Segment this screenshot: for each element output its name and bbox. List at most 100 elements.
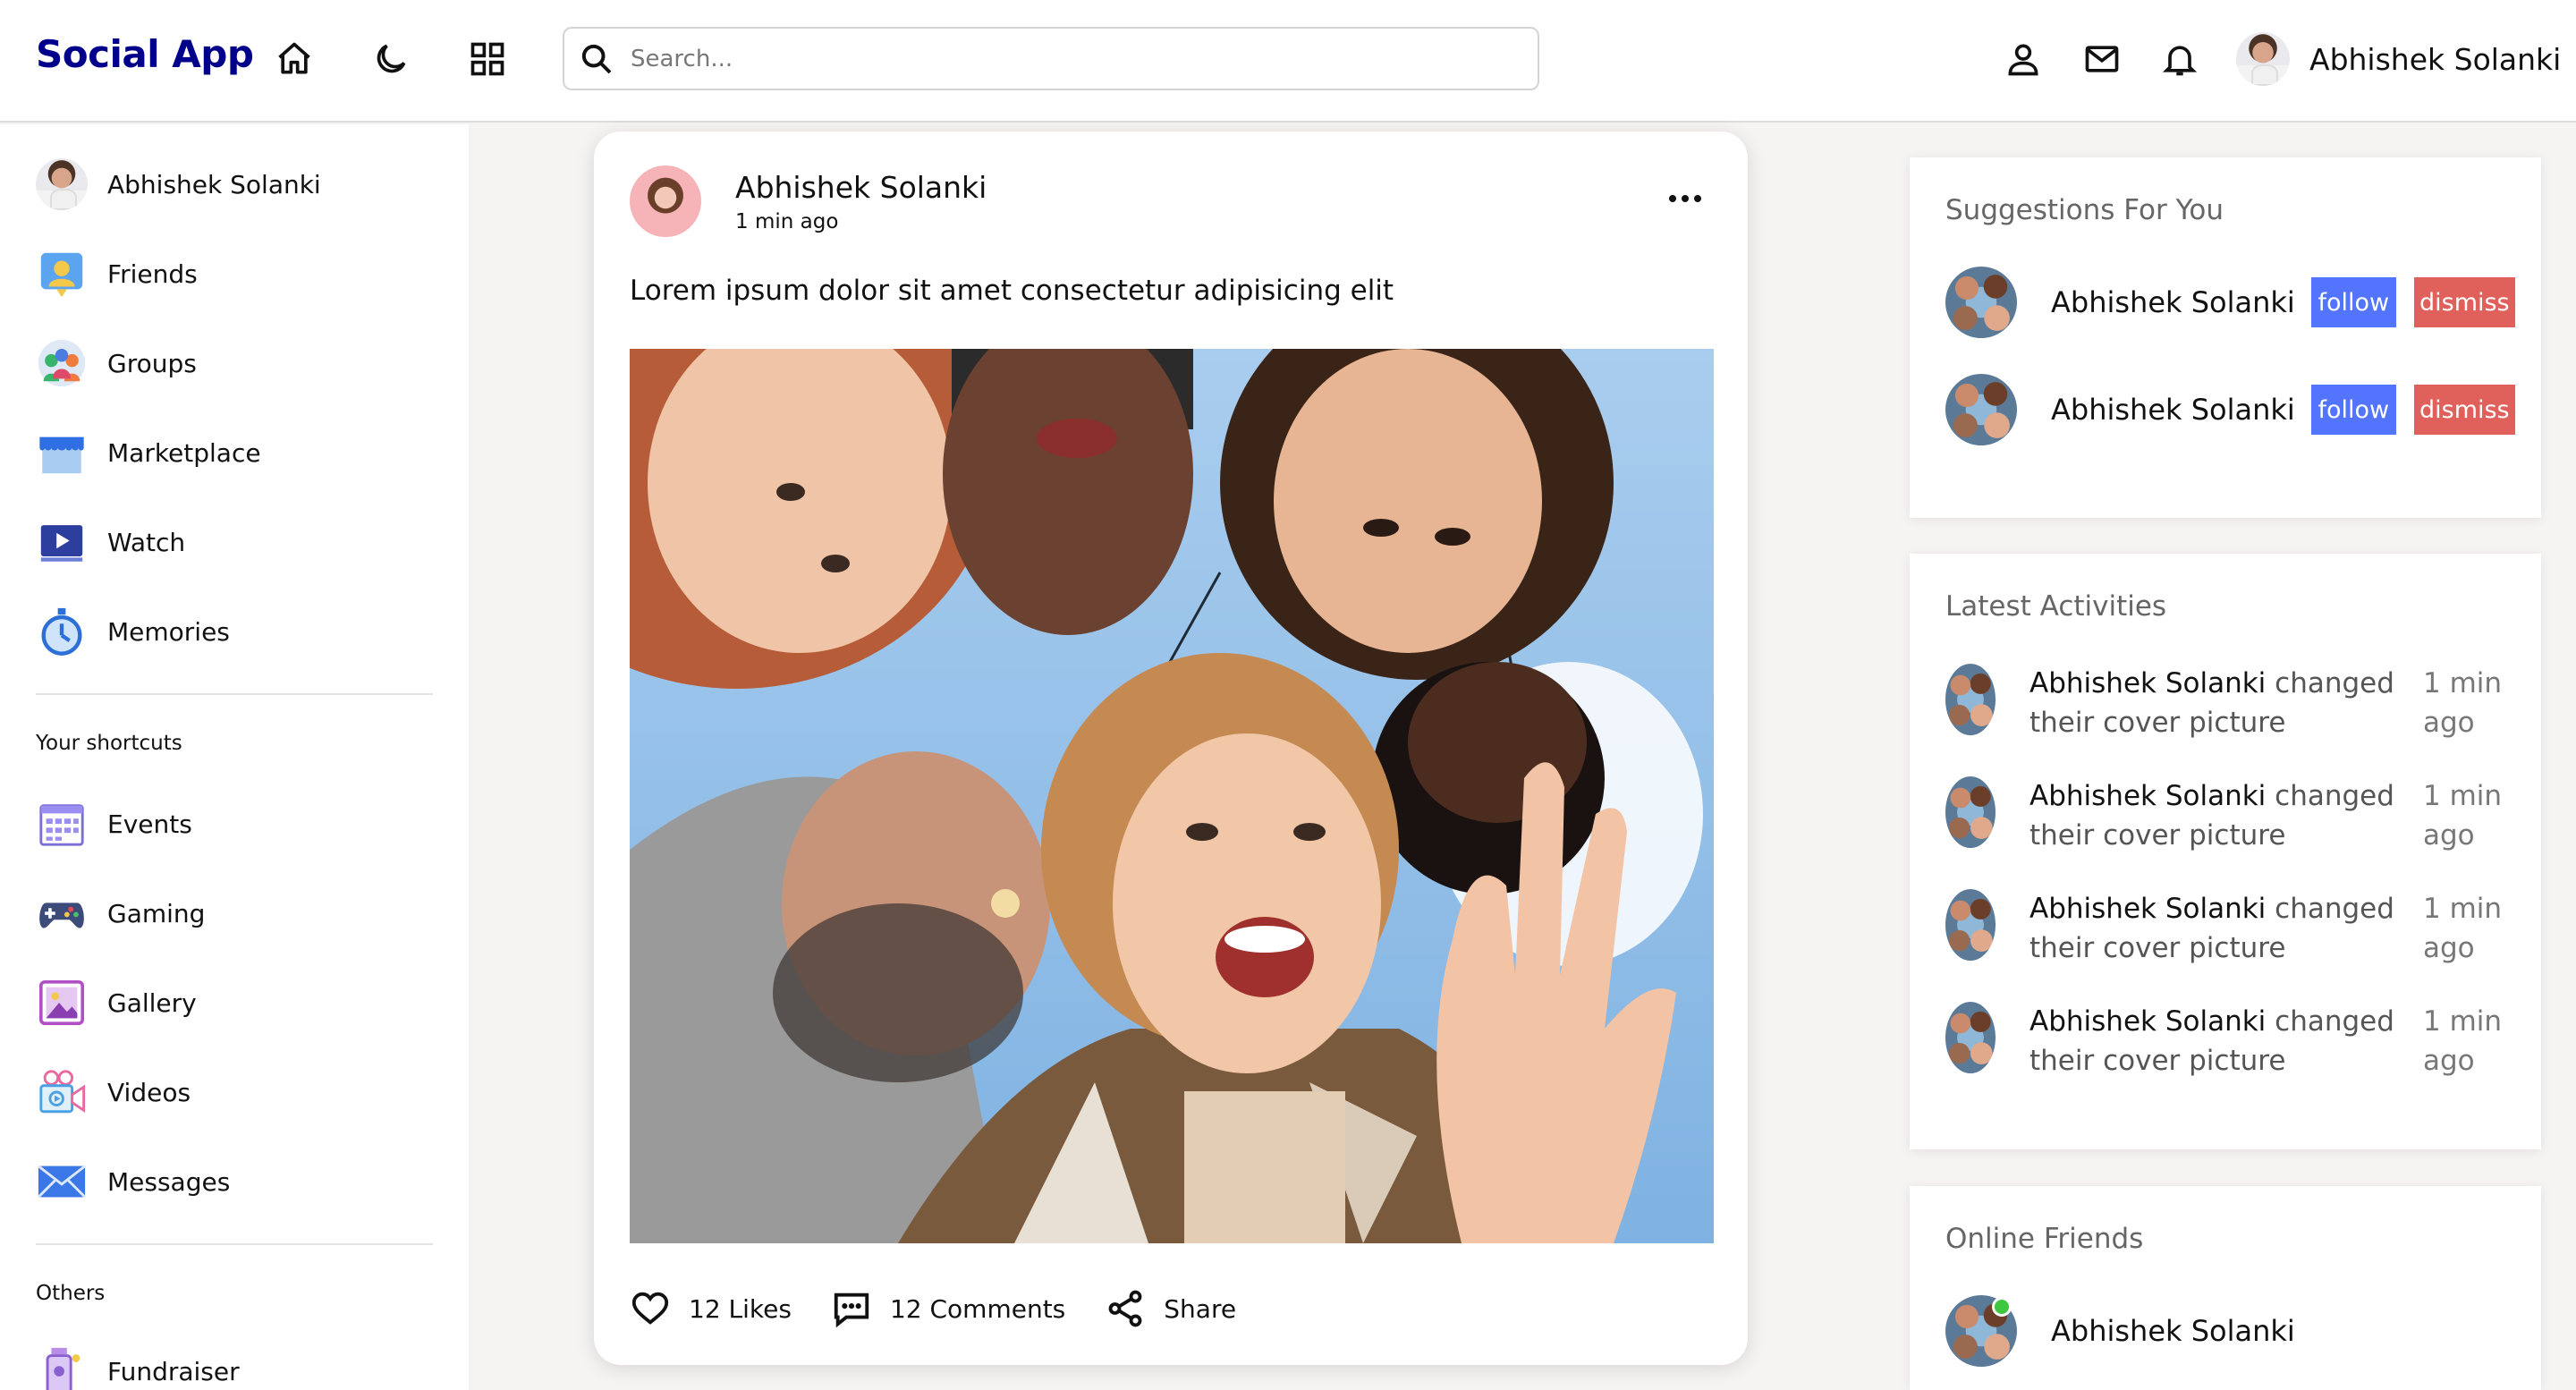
post-text: Lorem ipsum dolor sit amet consectetur a… [630,275,1394,307]
online-friend-item[interactable]: Abhishek Solanki [1945,1295,2295,1367]
dismiss-button[interactable]: dismiss [2413,277,2515,327]
suggestion-item: Abhishek Solanki follow dismiss [1945,374,2515,445]
calendar-events-icon [36,798,88,850]
dark-mode-moon-icon[interactable] [368,36,414,82]
sidebar-item-memories[interactable]: Memories [36,603,230,660]
sidebar-item-label: Events [107,809,192,839]
post-timestamp: 1 min ago [735,209,839,233]
activity-user-name[interactable]: Abhishek Solanki [2029,1005,2266,1038]
sidebar-item-label: Groups [107,348,197,378]
activity-item: Abhishek Solanki changed their cover pic… [1945,889,2512,968]
heart-icon [631,1292,669,1325]
like-button[interactable]: 12 Likes [630,1288,792,1329]
sidebar-item-watch[interactable]: Watch [36,513,185,571]
suggestion-name[interactable]: Abhishek Solanki [2051,285,2295,319]
activity-user-name[interactable]: Abhishek Solanki [2029,667,2266,699]
activity-user-name[interactable]: Abhishek Solanki [2029,780,2266,812]
sidebar-item-fundraiser[interactable]: Fundraiser [36,1343,240,1390]
gamepad-icon [36,887,88,939]
activity-time: 1 min ago [2423,893,2503,964]
sidebar-item-gaming[interactable]: Gaming [36,885,205,942]
suggestion-item: Abhishek Solanki follow dismiss [1945,267,2515,338]
sidebar-item-gallery[interactable]: Gallery [36,974,197,1031]
activity-time: 1 min ago [2423,780,2503,852]
nav-user-name[interactable]: Abhishek Solanki [2309,42,2561,77]
comments-count: 12 Comments [889,1293,1066,1324]
stopwatch-memories-icon [36,606,88,657]
activities-title: Latest Activities [1945,590,2167,623]
online-friend-name[interactable]: Abhishek Solanki [2051,1314,2295,1348]
activity-avatar[interactable] [1945,1002,1996,1073]
follow-button[interactable]: follow [2310,385,2396,435]
online-friends-title: Online Friends [1945,1223,2144,1255]
sidebar-item-label: Marketplace [107,437,261,468]
activity-time: 1 min ago [2423,1005,2503,1077]
online-friend-avatar[interactable] [1945,1295,2017,1367]
sidebar-profile-avatar [36,158,88,210]
groups-icon [36,337,88,389]
grid-apps-icon[interactable] [464,36,511,82]
share-button[interactable]: Share [1105,1288,1236,1329]
sidebar-item-profile[interactable]: Abhishek Solanki [36,156,321,213]
post-author-avatar[interactable] [630,165,701,237]
activity-time: 1 min ago [2423,667,2503,739]
person-icon[interactable] [2000,36,2046,82]
sidebar-profile-name: Abhishek Solanki [107,169,321,199]
sidebar-item-marketplace[interactable]: Marketplace [36,424,261,481]
suggestions-panel: Suggestions For You Abhishek Solanki fol… [1910,157,2541,518]
sidebar-item-events[interactable]: Events [36,795,192,852]
shortcuts-heading: Your shortcuts [36,732,182,755]
envelope-messages-icon [36,1156,88,1208]
sidebar-item-messages[interactable]: Messages [36,1153,230,1210]
share-icon [1108,1290,1142,1327]
activity-user-name[interactable]: Abhishek Solanki [2029,893,2266,925]
suggestion-avatar[interactable] [1945,267,2017,338]
activity-avatar[interactable] [1945,889,1996,961]
more-options-icon[interactable] [1658,185,1712,212]
post-header: Abhishek Solanki 1 min ago [630,165,987,237]
post-author-name[interactable]: Abhishek Solanki [735,170,987,205]
fundraiser-icon [36,1345,88,1390]
sidebar-item-groups[interactable]: Groups [36,335,197,392]
search-input[interactable] [631,45,1489,72]
suggestion-name[interactable]: Abhishek Solanki [2051,393,2295,427]
activity-item: Abhishek Solanki changed their cover pic… [1945,664,2512,742]
sidebar-divider [36,693,433,695]
activity-avatar[interactable] [1945,776,1996,848]
marketplace-icon [36,427,88,479]
notifications-bell-icon[interactable] [2157,36,2203,82]
sidebar-item-label: Gallery [107,987,197,1018]
app-logo[interactable]: Social App [36,32,254,76]
sidebar-item-label: Fundraiser [107,1356,240,1386]
sidebar-item-label: Messages [107,1166,231,1197]
activity-item: Abhishek Solanki changed their cover pic… [1945,776,2512,855]
comment-button[interactable]: 12 Comments [831,1288,1065,1329]
others-heading: Others [36,1282,106,1305]
watch-video-icon [36,516,88,568]
follow-button[interactable]: follow [2310,277,2396,327]
mail-icon[interactable] [2079,36,2125,82]
nav-user-profile[interactable]: Abhishek Solanki [2236,32,2561,86]
sidebar-item-videos[interactable]: Videos [36,1064,191,1121]
feed-post: Abhishek Solanki 1 min ago Lorem ipsum d… [594,131,1748,1365]
dismiss-button[interactable]: dismiss [2413,385,2515,435]
sidebar-item-label: Gaming [107,898,206,928]
gallery-image-icon [36,977,88,1029]
friends-icon [36,248,88,300]
sidebar-item-label: Memories [107,616,230,647]
suggestion-avatar[interactable] [1945,374,2017,445]
nav-user-avatar[interactable] [2236,32,2290,86]
sidebar-divider [36,1243,433,1245]
activity-avatar[interactable] [1945,664,1996,735]
comment-icon [834,1293,869,1328]
likes-count: 12 Likes [689,1293,792,1324]
video-camera-icon [36,1066,88,1118]
post-photo[interactable] [630,349,1714,1243]
left-sidebar: Abhishek Solanki Friends Groups Marketpl… [0,124,469,1390]
sidebar-item-label: Videos [107,1077,191,1107]
home-icon[interactable] [271,36,318,82]
post-actions: 12 Likes 12 Comments Share [630,1288,1275,1329]
suggestions-title: Suggestions For You [1945,194,2224,226]
search-bar [563,27,1539,90]
sidebar-item-friends[interactable]: Friends [36,245,198,302]
